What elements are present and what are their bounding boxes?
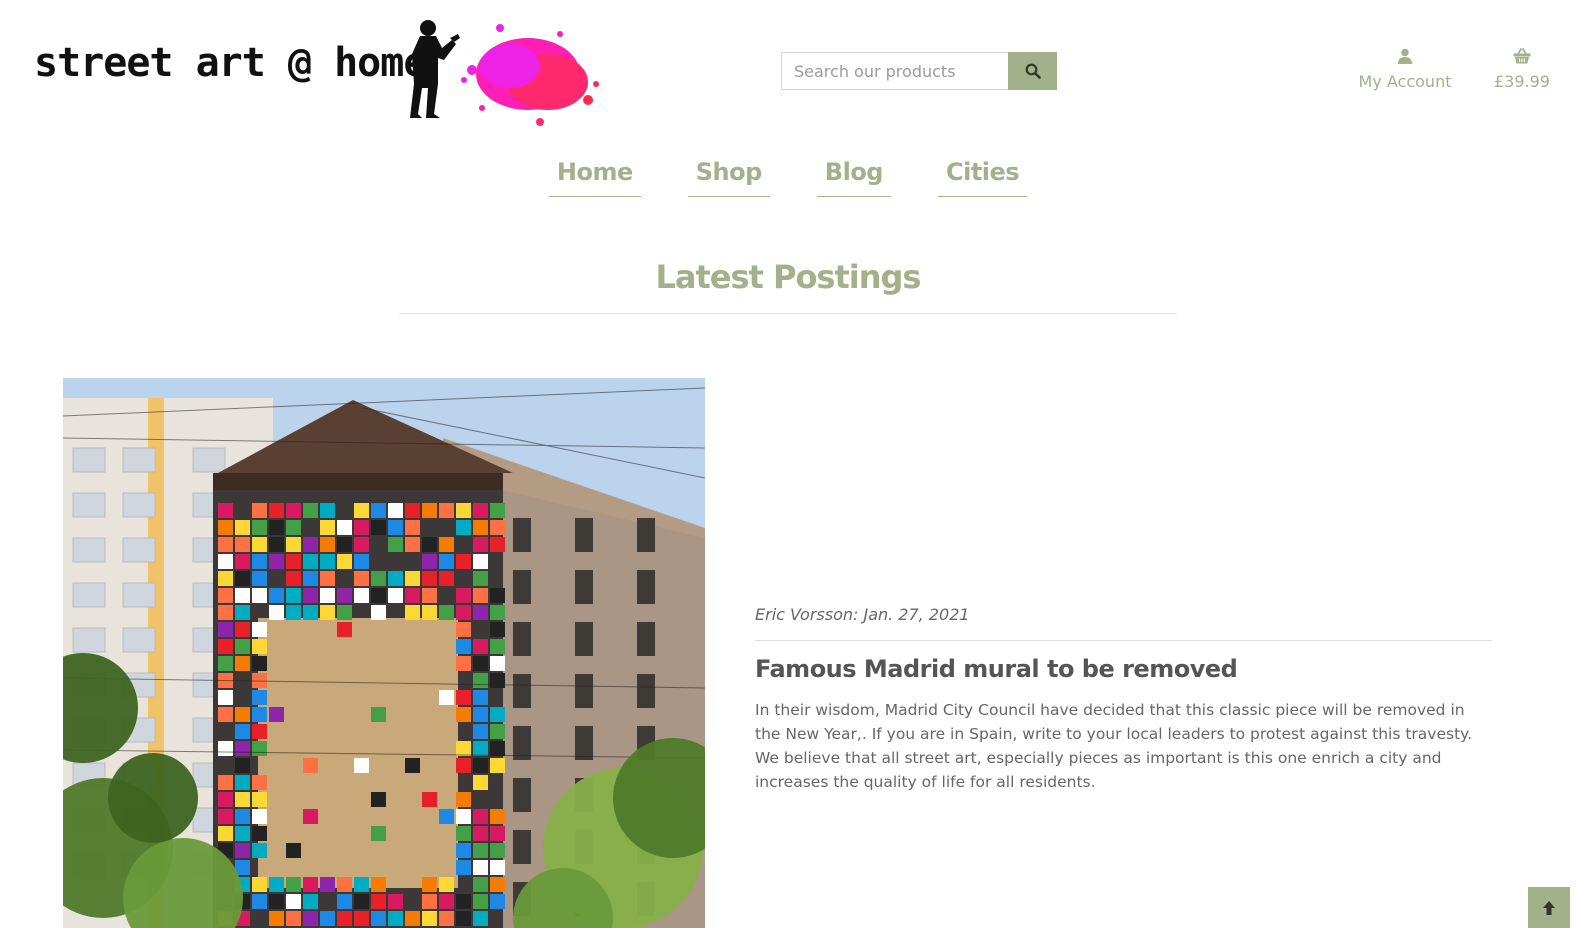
nav-shop[interactable]: Shop — [687, 158, 770, 197]
site-logo-text[interactable]: street art @ home — [34, 40, 427, 86]
basket-total: £39.99 — [1494, 72, 1550, 91]
my-account-label: My Account — [1358, 72, 1452, 91]
basket-icon — [1513, 48, 1531, 64]
search-input[interactable] — [781, 52, 1008, 90]
nav-cities[interactable]: Cities — [937, 158, 1028, 197]
post-title[interactable]: Famous Madrid mural to be removed — [755, 655, 1238, 683]
main-nav: Home Shop Blog Cities — [0, 158, 1576, 197]
product-search — [781, 52, 1057, 90]
post-divider — [755, 640, 1492, 641]
post-body: In their wisdom, Madrid City Council hav… — [755, 701, 1473, 791]
nav-home[interactable]: Home — [548, 158, 641, 197]
user-icon — [1398, 48, 1412, 64]
back-to-top-button[interactable] — [1528, 887, 1570, 928]
post-meta: Eric Vorsson: Jan. 27, 2021 — [755, 605, 970, 624]
nav-blog[interactable]: Blog — [816, 158, 891, 197]
page: street art @ home Search our products My… — [0, 0, 1576, 928]
arrow-up-icon — [1543, 900, 1555, 915]
search-button[interactable] — [1008, 52, 1057, 90]
basket-link[interactable]: £39.99 — [1486, 48, 1558, 91]
my-account-link[interactable]: My Account — [1350, 48, 1460, 91]
section-title: Latest Postings — [655, 258, 922, 296]
mural-photo — [63, 378, 705, 928]
section-divider — [399, 313, 1177, 314]
post-image[interactable] — [63, 378, 705, 928]
search-icon — [1025, 63, 1041, 79]
logo-graffiti-artist-icon[interactable] — [400, 14, 605, 134]
